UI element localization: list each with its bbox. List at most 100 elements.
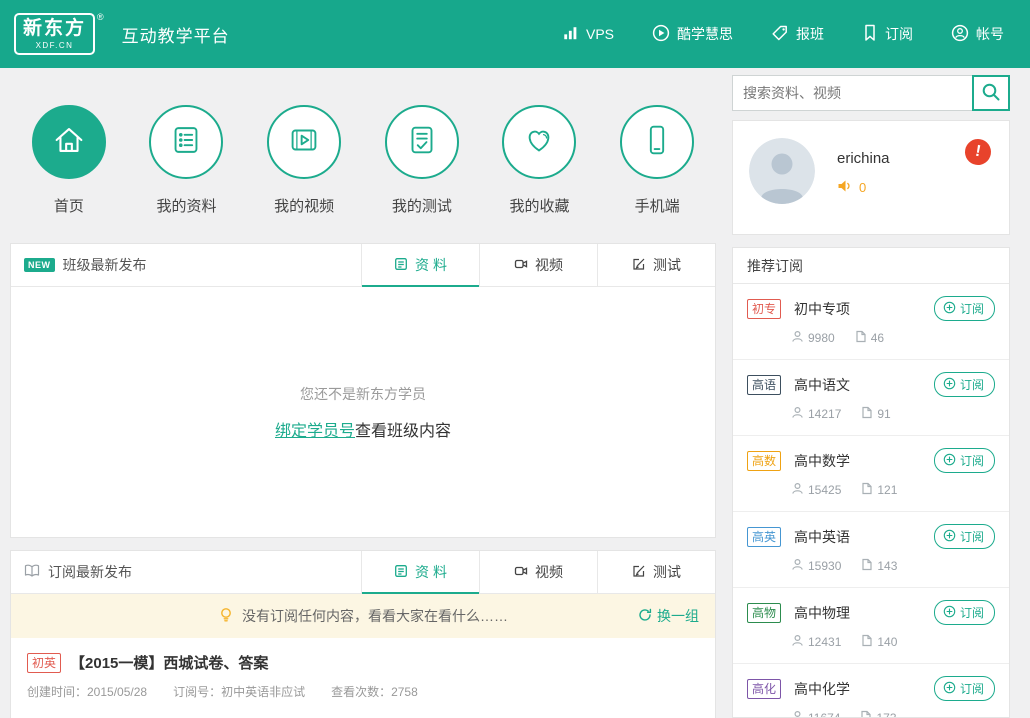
recommend-panel: 推荐订阅 初专 初中专项 订阅 9980 — [732, 247, 1010, 718]
class-tab-materials[interactable]: 资料 — [361, 244, 479, 286]
quick-nav-materials[interactable]: 我的资料 — [128, 105, 246, 216]
subscriber-stat: 14217 — [791, 406, 841, 422]
feed-tab-tests[interactable]: 测试 — [597, 551, 715, 593]
alert-badge[interactable]: ! — [963, 137, 993, 167]
class-tab-tests[interactable]: 测试 — [597, 244, 715, 286]
person-icon — [791, 482, 804, 498]
feed-list-item[interactable]: 初英 【2015一模】西城试卷、答案 创建时间：2015/05/28 订阅号：初… — [11, 638, 715, 712]
quick-nav-label: 我的测试 — [392, 195, 452, 216]
subscriber-count: 11674 — [808, 711, 840, 718]
change-group-label: 换一组 — [657, 606, 699, 626]
feed-tab-materials[interactable]: 资料 — [361, 551, 479, 593]
materials-tab-icon — [394, 564, 408, 581]
platform-title: 互动教学平台 — [122, 22, 230, 47]
video-tab-icon — [514, 257, 528, 274]
tests-circle — [385, 105, 459, 179]
recommend-title[interactable]: 高中语文 — [794, 375, 850, 395]
avatar[interactable] — [749, 138, 815, 204]
xdf-logo[interactable]: 新东方 XDF.CN ® — [14, 13, 104, 55]
plus-circle-icon — [943, 377, 956, 393]
search-button[interactable] — [972, 75, 1010, 111]
subscribe-button[interactable]: 订阅 — [934, 296, 995, 321]
header-nav: VPS 酷学慧思 报班 订阅 帐号 — [562, 24, 1004, 45]
search-bar — [732, 75, 1010, 111]
quick-nav-favorites[interactable]: 我的收藏 — [481, 105, 599, 216]
recommend-item: 高语 高中语文 订阅 14217 91 — [733, 360, 1009, 436]
recommend-stats: 15930 143 — [791, 558, 995, 574]
person-icon — [791, 558, 804, 574]
recommend-title[interactable]: 初中专项 — [794, 299, 850, 319]
subscribe-button[interactable]: 订阅 — [934, 600, 995, 625]
change-group-button[interactable]: 换一组 — [638, 606, 699, 626]
recommend-item: 高化 高中化学 订阅 11674 173 — [733, 664, 1009, 718]
xdf-logo-box: 新东方 XDF.CN — [14, 13, 95, 55]
feed-item-title[interactable]: 【2015一模】西城试卷、答案 — [70, 652, 268, 673]
recommend-title[interactable]: 高中数学 — [794, 451, 850, 471]
tab-label: 视频 — [535, 562, 563, 582]
subscriber-count: 12431 — [808, 635, 841, 649]
user-card: erichina 0 ! — [732, 120, 1010, 235]
subscriber-stat: 15425 — [791, 482, 841, 498]
search-input[interactable] — [732, 75, 972, 111]
tab-label: 资料 — [415, 562, 451, 582]
quick-nav-mobile[interactable]: 手机端 — [598, 105, 716, 216]
feed-item-meta: 创建时间：2015/05/28 订阅号：初中英语非应试 查看次数：2758 — [27, 683, 699, 700]
subscriber-count: 14217 — [808, 407, 841, 421]
recommend-title[interactable]: 高中英语 — [794, 527, 850, 547]
class-panel-title: NEW 班级最新发布 — [11, 244, 361, 286]
recommend-stats: 9980 46 — [791, 330, 995, 346]
feed-panel-header: 订阅最新发布 资料 视频 — [11, 551, 715, 594]
recommend-title[interactable]: 高中化学 — [794, 679, 850, 699]
quick-nav-videos[interactable]: 我的视频 — [245, 105, 363, 216]
recommend-item: 高物 高中物理 订阅 12431 140 — [733, 588, 1009, 664]
file-icon — [860, 710, 872, 718]
feed-tab-videos[interactable]: 视频 — [479, 551, 597, 593]
quick-nav-label: 手机端 — [635, 195, 680, 216]
plus-circle-icon — [943, 681, 956, 697]
subscribe-button[interactable]: 订阅 — [934, 676, 995, 701]
quick-nav-home[interactable]: 首页 — [10, 105, 128, 216]
file-stat: 91 — [861, 406, 890, 422]
bind-student-link[interactable]: 绑定学员号 — [275, 423, 355, 440]
nav-item-vps[interactable]: VPS — [562, 24, 614, 45]
subscriber-stat: 11674 — [791, 710, 840, 718]
signal-bars-icon — [562, 25, 579, 44]
tab-label: 测试 — [653, 562, 681, 582]
book-icon — [24, 563, 40, 581]
logo-name: 新东方 — [23, 17, 86, 41]
file-stat: 46 — [855, 330, 884, 346]
file-count: 143 — [877, 559, 897, 573]
nav-item-kuxue[interactable]: 酷学慧思 — [652, 24, 733, 45]
recommend-stats: 12431 140 — [791, 634, 995, 650]
smartphone-icon — [638, 121, 676, 164]
class-panel-header: NEW 班级最新发布 资料 视频 — [11, 244, 715, 287]
home-circle — [32, 105, 106, 179]
subscribe-button[interactable]: 订阅 — [934, 372, 995, 397]
recommend-item-row: 高语 高中语文 订阅 — [747, 372, 995, 397]
quick-nav-tests[interactable]: 我的测试 — [363, 105, 481, 216]
voice-message-row[interactable]: 0 — [837, 179, 890, 196]
subscriber-count: 15930 — [808, 559, 841, 573]
left-column: 首页 我的资料 我的视频 — [10, 75, 716, 718]
logo-domain: XDF.CN — [23, 41, 86, 50]
subscribe-label: 订阅 — [960, 680, 984, 697]
nav-item-dingyue[interactable]: 订阅 — [862, 24, 913, 45]
nav-label: 报班 — [796, 24, 824, 44]
class-latest-panel: NEW 班级最新发布 资料 视频 — [10, 243, 716, 538]
nav-label: 帐号 — [976, 24, 1004, 44]
created-time: 创建时间：2015/05/28 — [27, 683, 147, 700]
subject-badge: 初英 — [27, 653, 61, 673]
subscribe-label: 订阅 — [960, 376, 984, 393]
class-tab-videos[interactable]: 视频 — [479, 244, 597, 286]
person-icon — [791, 710, 804, 718]
recommend-title[interactable]: 高中物理 — [794, 603, 850, 623]
tag-icon — [771, 24, 789, 45]
subscribe-button[interactable]: 订阅 — [934, 448, 995, 473]
nav-item-account[interactable]: 帐号 — [951, 24, 1004, 45]
video-tab-icon — [514, 564, 528, 581]
file-count: 46 — [871, 331, 884, 345]
file-stat: 173 — [860, 710, 896, 718]
subject-badge: 高化 — [747, 679, 781, 699]
subscribe-button[interactable]: 订阅 — [934, 524, 995, 549]
nav-item-baoban[interactable]: 报班 — [771, 24, 824, 45]
